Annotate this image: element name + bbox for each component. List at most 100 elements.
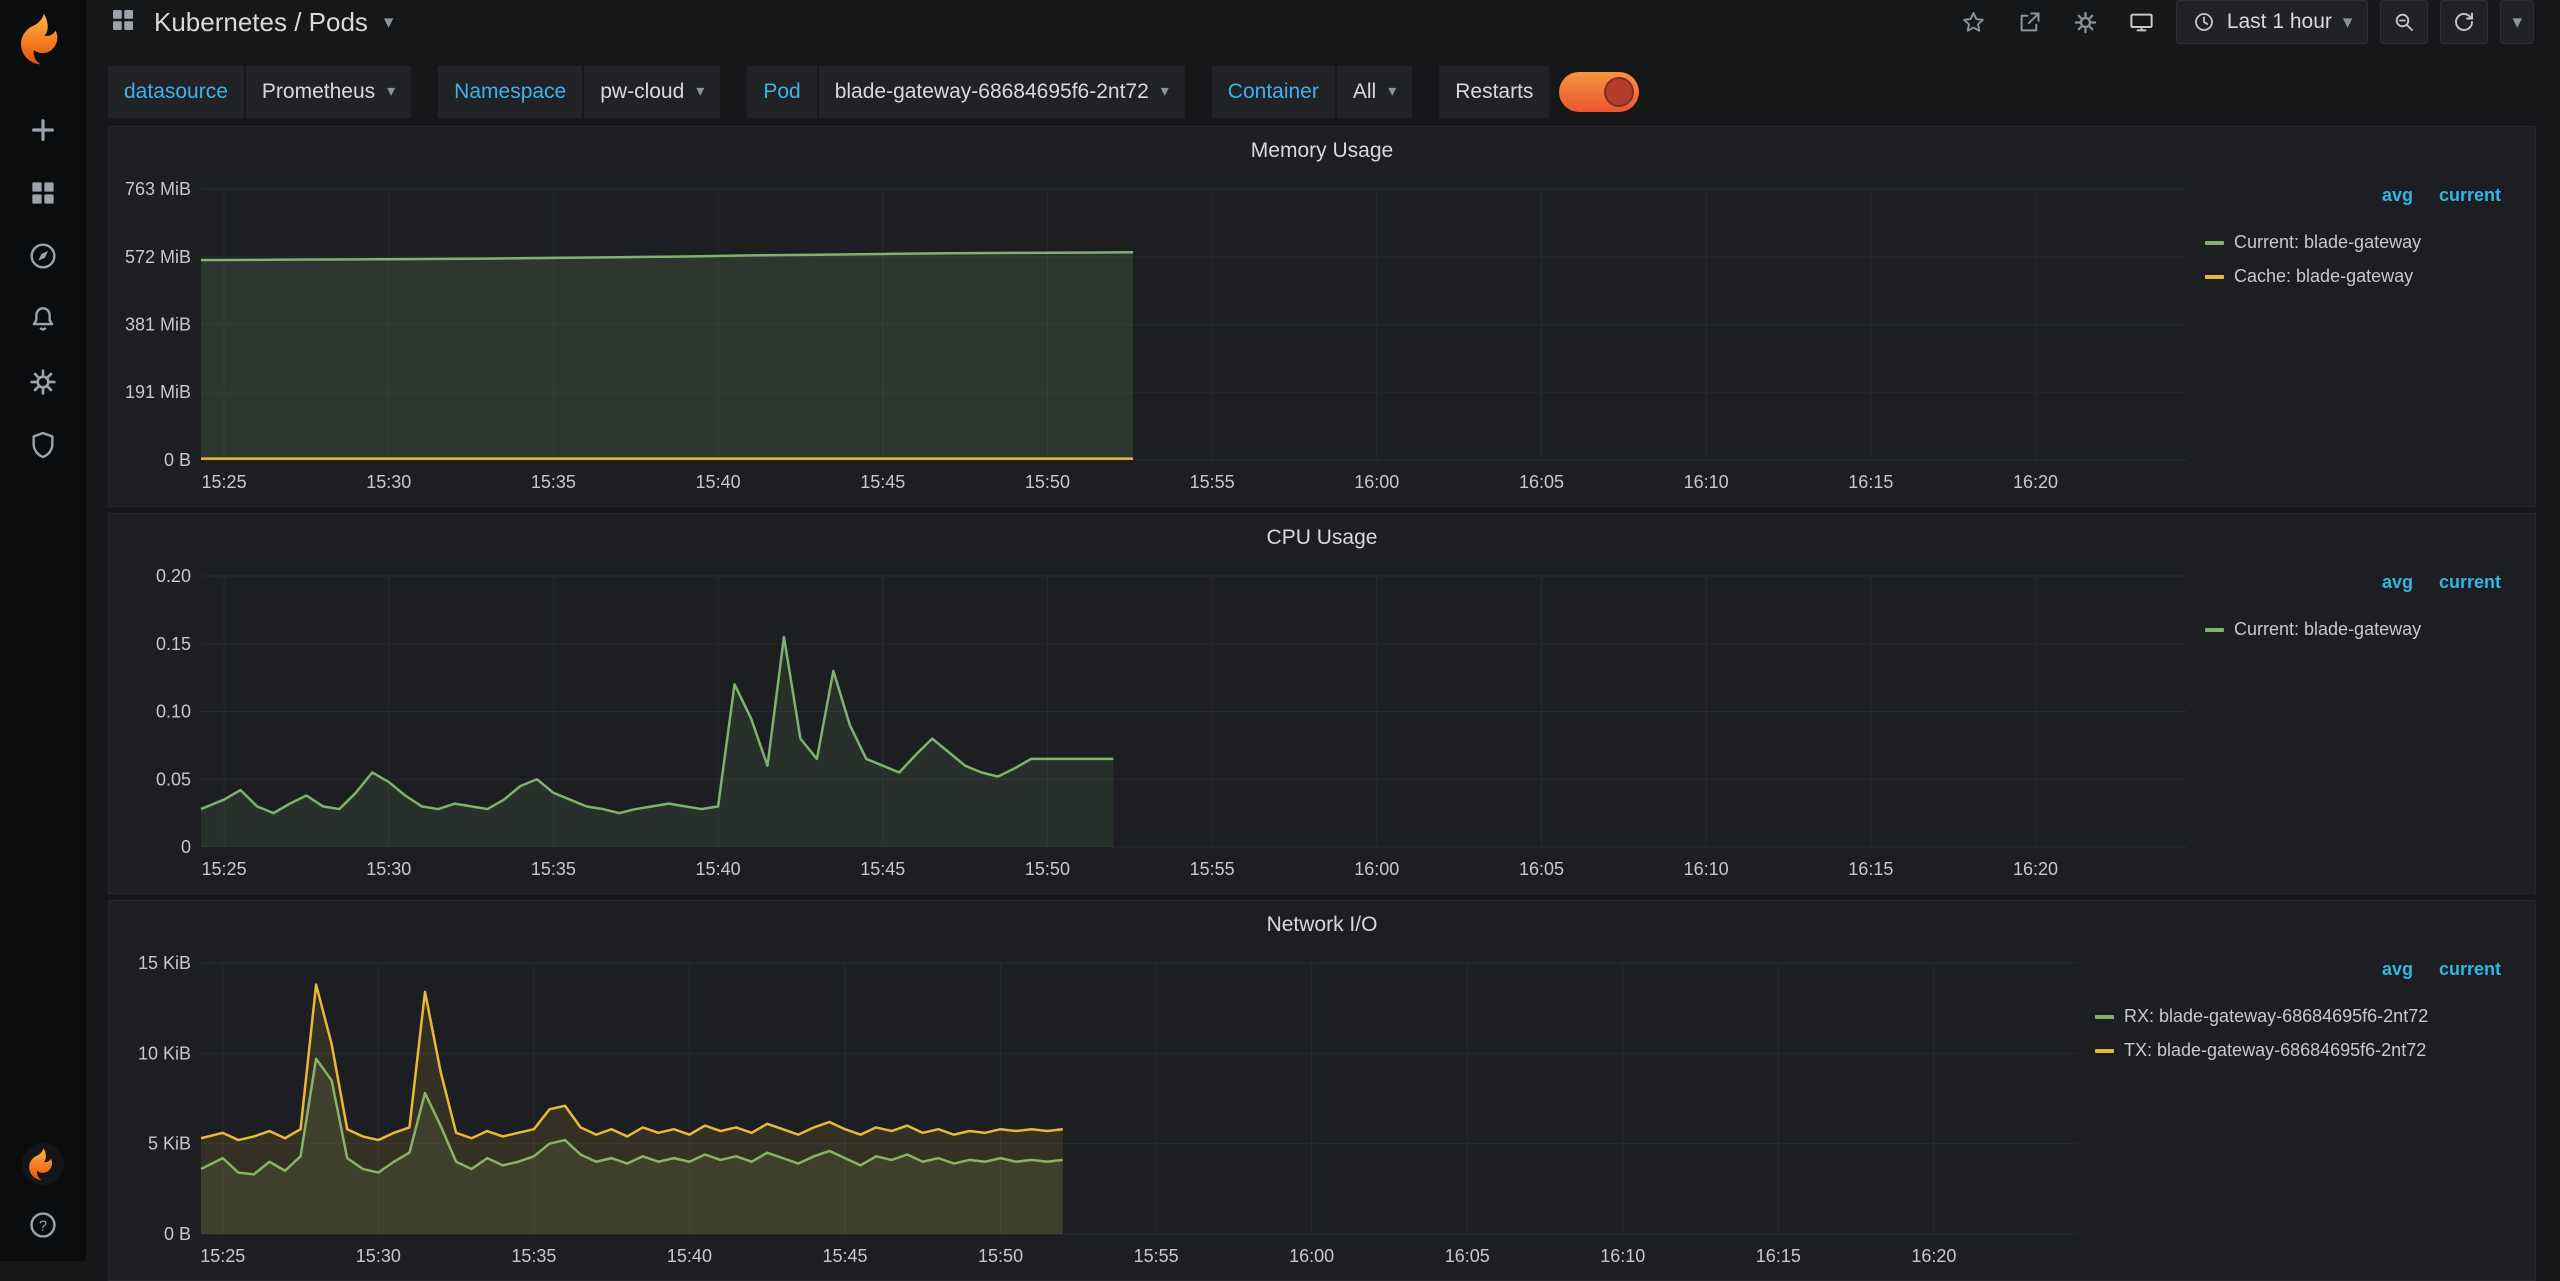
pod-select[interactable]: blade-gateway-68684695f6-2nt72 ▾ (819, 66, 1185, 118)
navbar-left: Kubernetes / Pods ▾ (108, 5, 393, 40)
variable-pod: Pod blade-gateway-68684695f6-2nt72 ▾ (747, 66, 1184, 118)
restarts-label: Restarts (1439, 66, 1549, 118)
legend-items: RX: blade-gateway-68684695f6-2nt72 TX: bl… (2095, 1006, 2501, 1061)
sidebar-item-configuration[interactable] (23, 364, 63, 400)
panel-body: 00.050.100.150.2015:2515:3015:3515:4015:… (109, 562, 2535, 893)
cycle-view-button[interactable] (2120, 1, 2164, 43)
chevron-down-icon[interactable]: ▾ (384, 13, 394, 32)
legend-item[interactable]: RX: blade-gateway-68684695f6-2nt72 (2095, 1006, 2501, 1027)
x-axis-label: 16:10 (1684, 859, 1729, 879)
help-icon: ? (27, 1209, 59, 1241)
memory-usage-chart[interactable]: 0 B191 MiB381 MiB572 MiB763 MiB15:2515:3… (109, 175, 2205, 506)
variable-container: Container All ▾ (1212, 66, 1412, 118)
x-axis-label: 15:55 (1134, 1246, 1179, 1266)
sidebar-item-create[interactable] (23, 112, 63, 148)
x-axis-label: 16:10 (1684, 472, 1729, 492)
chevron-down-icon: ▾ (696, 84, 704, 100)
legend-item[interactable]: TX: blade-gateway-68684695f6-2nt72 (2095, 1040, 2501, 1061)
x-axis-label: 15:55 (1190, 859, 1235, 879)
legend-sort-current[interactable]: current (2439, 959, 2501, 980)
sidebar-bottom: ? (22, 1143, 64, 1261)
sidebar-item-help[interactable]: ? (23, 1207, 63, 1243)
time-range-picker[interactable]: Last 1 hour ▾ (2176, 0, 2369, 44)
y-axis-label: 763 MiB (125, 179, 191, 199)
refresh-interval-dropdown[interactable]: ▾ (2500, 0, 2534, 44)
panel-body: 0 B191 MiB381 MiB572 MiB763 MiB15:2515:3… (109, 175, 2535, 506)
legend-sort-current[interactable]: current (2439, 185, 2501, 206)
x-axis-label: 16:05 (1519, 472, 1564, 492)
legend-swatch (2095, 1049, 2114, 1053)
container-select[interactable]: All ▾ (1337, 66, 1412, 118)
x-axis-label: 16:20 (2013, 472, 2058, 492)
chevron-down-icon: ▾ (387, 84, 395, 100)
monitor-icon (2128, 9, 2155, 36)
x-axis-label: 16:05 (1445, 1246, 1490, 1266)
legend-series-name: TX: blade-gateway-68684695f6-2nt72 (2124, 1040, 2426, 1061)
x-axis-label: 16:15 (1756, 1246, 1801, 1266)
dashboard-panels: Memory Usage 0 B191 MiB381 MiB572 MiB763… (86, 118, 2560, 1281)
dashboard-settings-button[interactable] (2064, 1, 2108, 43)
legend-swatch (2205, 241, 2224, 245)
navbar-right: Last 1 hour ▾ ▾ (1952, 0, 2534, 44)
sidebar-item-dashboards[interactable] (23, 175, 63, 211)
y-axis-label: 0 B (164, 450, 191, 470)
share-button[interactable] (2008, 1, 2052, 43)
legend-sort-avg[interactable]: avg (2382, 959, 2413, 980)
legend-swatch (2095, 1015, 2114, 1019)
legend-sort-avg[interactable]: avg (2382, 185, 2413, 206)
cpu-usage-chart[interactable]: 00.050.100.150.2015:2515:3015:3515:4015:… (109, 562, 2205, 893)
sidebar-item-explore[interactable] (23, 238, 63, 274)
zoom-out-button[interactable] (2380, 0, 2428, 44)
panel-title[interactable]: Network I/O (109, 901, 2535, 949)
panel-body: 0 B5 KiB10 KiB15 KiB15:2515:3015:3515:40… (109, 949, 2535, 1280)
star-icon (1960, 9, 1987, 36)
gear-icon (2072, 9, 2099, 36)
panel-memory-usage: Memory Usage 0 B191 MiB381 MiB572 MiB763… (108, 126, 2536, 507)
x-axis-label: 15:55 (1190, 472, 1235, 492)
user-avatar[interactable] (22, 1143, 64, 1185)
x-axis-label: 15:30 (356, 1246, 401, 1266)
variable-datasource: datasource Prometheus ▾ (108, 66, 411, 118)
chevron-down-icon: ▾ (2343, 13, 2353, 32)
x-axis-label: 15:40 (696, 472, 741, 492)
x-axis-label: 16:15 (1848, 859, 1893, 879)
y-axis-label: 0 B (164, 1224, 191, 1244)
namespace-select[interactable]: pw-cloud ▾ (584, 66, 720, 118)
x-axis-label: 15:25 (202, 472, 247, 492)
sidebar-item-server-admin[interactable] (23, 427, 63, 463)
grafana-app: ? Kubernetes / Pods ▾ (0, 0, 2560, 1261)
x-axis-label: 15:45 (822, 1246, 867, 1266)
network-io-chart[interactable]: 0 B5 KiB10 KiB15 KiB15:2515:3015:3515:40… (109, 949, 2095, 1280)
panel-title[interactable]: Memory Usage (109, 127, 2535, 175)
datasource-value: Prometheus (262, 80, 375, 104)
legend-item[interactable]: Current: blade-gateway (2205, 619, 2501, 640)
x-axis-label: 15:35 (511, 1246, 556, 1266)
pod-value: blade-gateway-68684695f6-2nt72 (835, 80, 1149, 104)
x-axis-label: 16:20 (1911, 1246, 1956, 1266)
panel-title[interactable]: CPU Usage (109, 514, 2535, 562)
star-button[interactable] (1952, 1, 1996, 43)
panel-network-io: Network I/O 0 B5 KiB10 KiB15 KiB15:2515:… (108, 900, 2536, 1281)
x-axis-label: 15:25 (202, 859, 247, 879)
refresh-icon (2452, 10, 2476, 34)
restarts-toggle[interactable] (1559, 72, 1639, 112)
refresh-button[interactable] (2440, 0, 2488, 44)
legend-item[interactable]: Current: blade-gateway (2205, 232, 2501, 253)
legend-sort-avg[interactable]: avg (2382, 572, 2413, 593)
dashboard-title[interactable]: Kubernetes / Pods (154, 7, 368, 38)
legend-item[interactable]: Cache: blade-gateway (2205, 266, 2501, 287)
datasource-select[interactable]: Prometheus ▾ (246, 66, 411, 118)
y-axis-label: 0.20 (156, 566, 191, 586)
x-axis-label: 16:20 (2013, 859, 2058, 879)
chevron-down-icon: ▾ (2512, 13, 2522, 32)
y-axis-label: 5 KiB (148, 1134, 191, 1154)
x-axis-label: 15:50 (978, 1246, 1023, 1266)
legend: avg current Current: blade-gateway (2205, 562, 2535, 893)
legend-sort-current[interactable]: current (2439, 572, 2501, 593)
panel-cpu-usage: CPU Usage 00.050.100.150.2015:2515:3015:… (108, 513, 2536, 894)
x-axis-label: 15:30 (366, 859, 411, 879)
sidebar-item-alerting[interactable] (23, 301, 63, 337)
main-content: Kubernetes / Pods ▾ Last 1 hour (86, 0, 2560, 1261)
grafana-logo-icon[interactable] (16, 12, 70, 66)
series-fill (201, 252, 1133, 460)
